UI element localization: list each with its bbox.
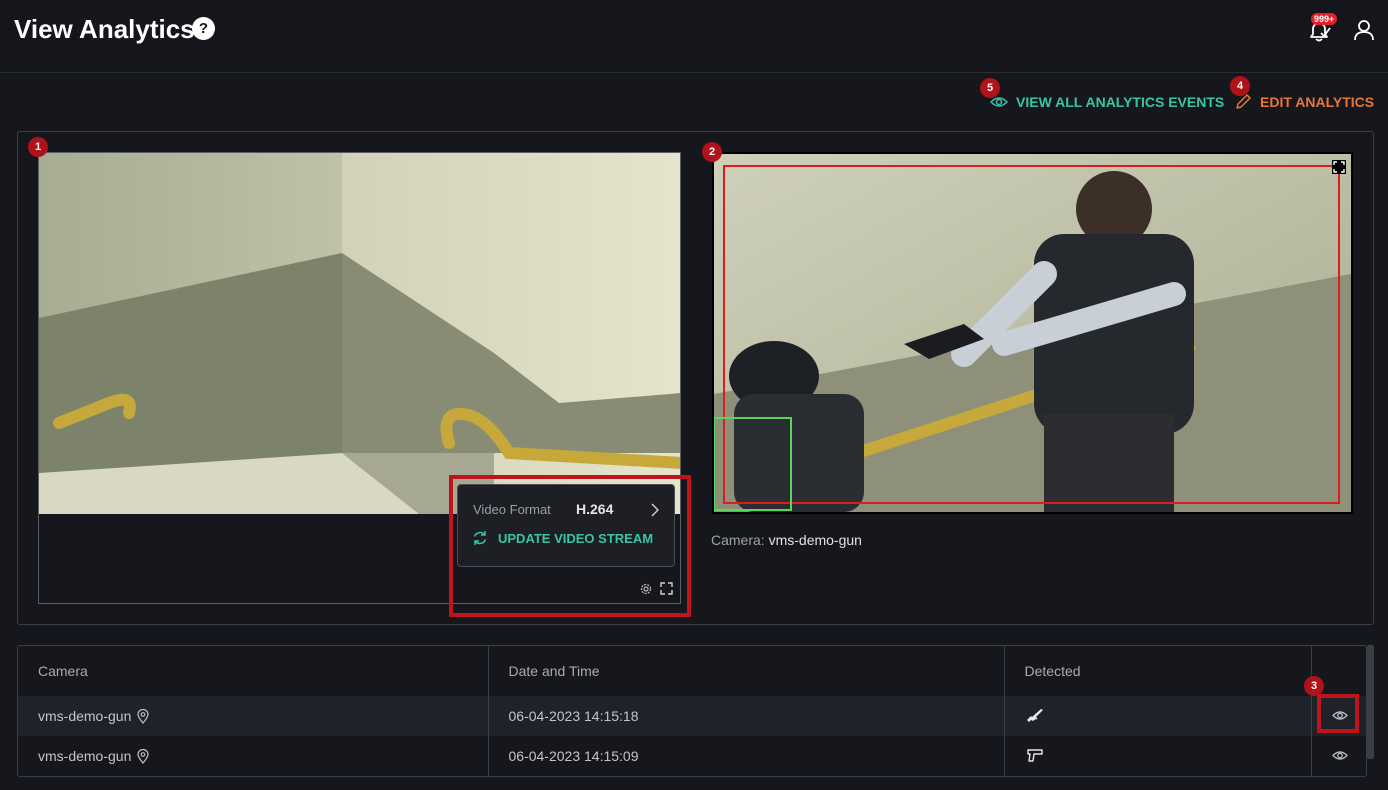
table-scrollbar[interactable]: [1367, 645, 1374, 759]
page-title: View Analytics: [14, 14, 195, 44]
view-all-analytics-events-link[interactable]: VIEW ALL ANALYTICS EVENTS: [990, 92, 1224, 112]
highlight-video-settings: [449, 475, 691, 617]
notification-badge: 999+: [1311, 13, 1338, 25]
view-event-cell: [1311, 736, 1366, 776]
detection-frame: [714, 154, 1351, 512]
callout-marker-1: 1: [28, 137, 48, 157]
camera-name: vms-demo-gun: [38, 708, 132, 724]
datetime-cell: 06-04-2023 14:15:09: [488, 736, 1005, 776]
callout-marker-5: 5: [980, 78, 1000, 98]
help-icon[interactable]: ?: [192, 17, 215, 40]
table-header-row: Camera Date and Time Detected: [18, 646, 1366, 696]
camera-cell: vms-demo-gun: [18, 736, 489, 776]
live-video-frame: [39, 153, 680, 514]
analytics-events-table: Camera Date and Time Detected vms-demo-g…: [17, 645, 1367, 777]
callout-marker-4: 4: [1230, 76, 1250, 96]
callout-marker-3: 3: [1304, 676, 1324, 696]
edit-analytics-link[interactable]: EDIT ANALYTICS: [1234, 92, 1374, 112]
camera-caption-label: Camera:: [711, 532, 765, 548]
camera-caption: Camera: vms-demo-gun: [711, 532, 862, 548]
highlight-view-event-button: [1317, 694, 1359, 733]
eye-icon[interactable]: [1331, 750, 1348, 761]
column-header-camera[interactable]: Camera: [18, 646, 489, 696]
user-profile-icon[interactable]: [1352, 18, 1376, 42]
camera-name: vms-demo-gun: [38, 748, 132, 764]
camera-cell: vms-demo-gun: [18, 696, 489, 736]
table-row[interactable]: vms-demo-gun 06-04-2023 14:15:18: [18, 696, 1366, 736]
detected-cell: [1004, 736, 1312, 776]
camera-caption-name: vms-demo-gun: [768, 532, 862, 548]
column-header-datetime[interactable]: Date and Time: [488, 646, 1005, 696]
eye-icon: [990, 97, 1008, 107]
location-pin-icon: [137, 708, 150, 725]
detected-cell: [1004, 696, 1312, 736]
pistol-icon: [1026, 748, 1043, 762]
top-bar: View Analytics ? 999+: [0, 0, 1388, 73]
table-row[interactable]: vms-demo-gun 06-04-2023 14:15:09: [18, 736, 1366, 776]
callout-marker-2: 2: [702, 142, 722, 162]
datetime-cell: 06-04-2023 14:15:18: [488, 696, 1005, 736]
edit-analytics-label: EDIT ANALYTICS: [1260, 94, 1375, 110]
view-all-label: VIEW ALL ANALYTICS EVENTS: [1016, 94, 1225, 110]
column-header-detected[interactable]: Detected: [1004, 646, 1312, 696]
rifle-icon: [1026, 708, 1043, 722]
location-pin-icon: [137, 748, 150, 765]
fullscreen-icon[interactable]: [1332, 160, 1346, 174]
analytics-detection-view[interactable]: [712, 152, 1353, 514]
